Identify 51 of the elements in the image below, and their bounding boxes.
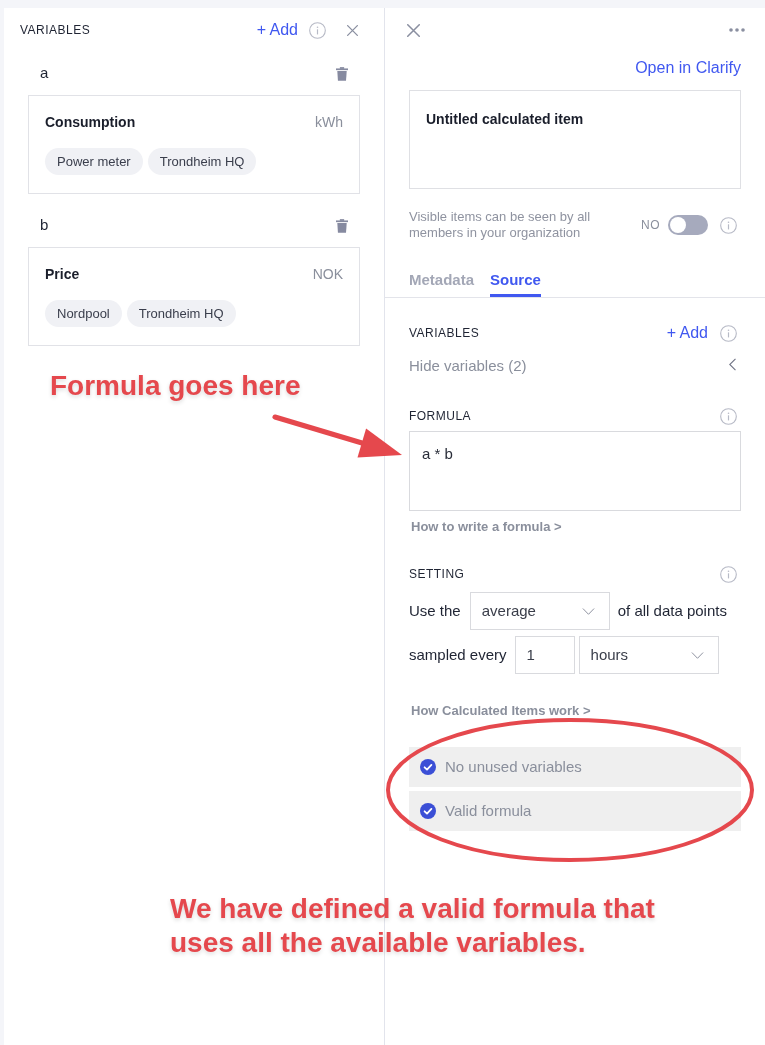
info-icon[interactable] — [309, 21, 326, 39]
section-heading: VARIABLES — [20, 22, 91, 39]
info-icon[interactable] — [720, 565, 737, 583]
tag-chip: Nordpool — [45, 300, 122, 327]
validation-label: Valid formula — [445, 800, 532, 821]
chevron-down-icon — [690, 651, 704, 659]
interval-unit-select[interactable]: hours — [578, 636, 719, 674]
info-icon[interactable] — [720, 216, 737, 234]
help-link[interactable]: How Calculated Items work > — [411, 702, 591, 720]
section-heading: SETTING — [409, 566, 465, 583]
variable-unit: kWh — [315, 112, 343, 132]
variable-card[interactable]: Consumption kWh Power meter Trondheim HQ — [28, 95, 360, 194]
visibility-description: Visible items can be seen by all members in your organization — [409, 209, 592, 241]
tag-chip: Trondheim HQ — [126, 300, 236, 327]
validation-label: No unused variables — [445, 756, 582, 777]
info-icon[interactable] — [720, 407, 737, 425]
section-heading: FORMULA — [409, 408, 472, 425]
setting-text: of all data points — [617, 600, 727, 621]
variable-letter: b — [40, 215, 49, 236]
aggregation-select[interactable]: average — [469, 592, 610, 630]
tag-chip: Trondheim HQ — [147, 148, 257, 175]
open-link[interactable]: Open in Clarify — [635, 56, 741, 80]
info-icon[interactable] — [720, 324, 737, 342]
help-link[interactable]: How to write a formula > — [411, 518, 562, 536]
visibility-toggle[interactable] — [668, 215, 708, 235]
variable-unit: NOK — [312, 264, 343, 284]
variable-name: Consumption — [45, 112, 136, 132]
variable-card[interactable]: Price NOK Nordpool Trondheim HQ — [28, 247, 360, 346]
title-field[interactable]: Untitled calculated item — [409, 90, 741, 189]
trash-icon[interactable] — [336, 66, 348, 81]
variable-letter: a — [40, 63, 49, 84]
setting-text: sampled every — [409, 644, 507, 665]
close-icon[interactable] — [347, 24, 358, 36]
hide-variables-button[interactable]: Hide variables (2) — [409, 354, 527, 378]
interval-field[interactable]: 1 — [514, 636, 575, 674]
trash-icon[interactable] — [336, 218, 348, 233]
toggle-state-label: NO — [641, 217, 660, 234]
section-heading: VARIABLES — [409, 325, 480, 342]
tag-chip: Power meter — [45, 148, 143, 175]
add-variable-button[interactable]: + Add — [666, 323, 708, 343]
variable-name: Price — [45, 264, 80, 284]
chevron-left-icon[interactable] — [729, 357, 736, 371]
close-icon[interactable] — [407, 23, 420, 37]
chevron-down-icon — [581, 607, 595, 615]
annotation-note: Formula goes here — [50, 369, 301, 403]
formula-field[interactable]: a * b — [409, 431, 741, 511]
setting-text: Use the — [409, 600, 461, 621]
more-options-icon[interactable] — [729, 28, 745, 32]
add-variable-button[interactable]: + Add — [256, 20, 298, 40]
annotation-note: We have defined a valid formula that uses all the available variables. — [170, 892, 656, 960]
tab[interactable]: Source — [490, 270, 541, 297]
